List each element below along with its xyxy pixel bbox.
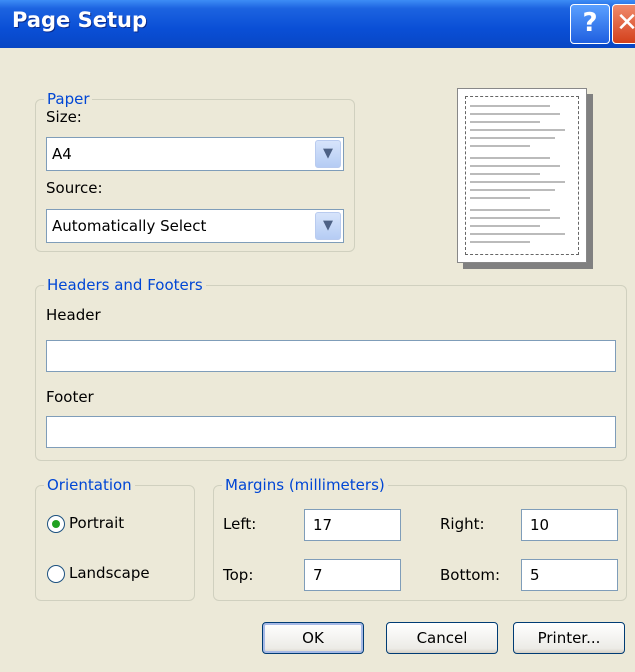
source-label: Source: [46,179,103,197]
margins-legend: Margins (millimeters) [225,476,385,494]
bottom-margin-label: Bottom: [440,566,501,584]
header-input[interactable] [46,340,616,372]
chevron-down-icon[interactable]: ▼ [315,140,341,168]
left-margin-input[interactable]: 17 [304,509,401,541]
help-button[interactable]: ? [570,4,610,44]
size-label: Size: [46,108,82,126]
headers-footers-legend: Headers and Footers [47,276,203,294]
source-select[interactable]: Automatically Select ▼ [46,209,344,243]
close-button[interactable]: ✕ [612,4,635,44]
right-margin-input[interactable]: 10 [521,509,618,541]
top-margin-input[interactable]: 7 [304,559,401,591]
header-label: Header [46,306,101,324]
printer-button[interactable]: Printer... [513,622,625,654]
orientation-legend: Orientation [47,476,132,494]
footer-input[interactable] [46,416,616,448]
portrait-label[interactable]: Portrait [69,514,124,532]
dialog-body: Paper Size: A4 ▼ Source: Automatically S… [0,48,635,672]
footer-label: Footer [46,388,94,406]
source-value: Automatically Select [52,217,207,235]
size-select[interactable]: A4 ▼ [46,137,344,171]
chevron-down-icon[interactable]: ▼ [315,212,341,240]
paper-legend: Paper [47,90,90,108]
ok-button[interactable]: OK [262,622,364,654]
page-preview [457,88,587,263]
window-title: Page Setup [12,8,147,32]
cancel-button[interactable]: Cancel [386,622,498,654]
title-bar[interactable]: Page Setup ? ✕ [0,0,635,48]
right-margin-label: Right: [440,515,485,533]
top-margin-label: Top: [223,566,254,584]
size-value: A4 [52,145,72,163]
left-margin-label: Left: [223,515,257,533]
portrait-radio[interactable] [47,515,65,533]
bottom-margin-input[interactable]: 5 [521,559,618,591]
landscape-label[interactable]: Landscape [69,564,150,582]
landscape-radio[interactable] [47,565,65,583]
